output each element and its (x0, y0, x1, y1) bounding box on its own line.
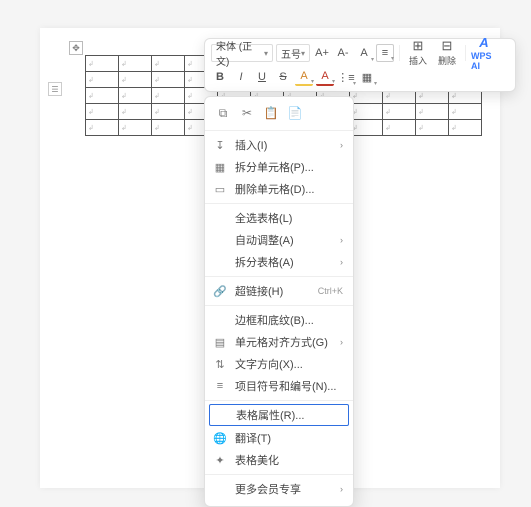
table-cell[interactable] (416, 104, 449, 120)
ai-icon: A (479, 36, 488, 50)
menu-item-label: 拆分单元格(P)... (235, 159, 343, 175)
align-button[interactable]: ≡ (376, 44, 394, 62)
menu-item[interactable]: ▭ 删除单元格(D)... (205, 178, 353, 200)
bold-button[interactable]: B (211, 68, 229, 86)
menu-item[interactable]: 更多会员专享 › (205, 478, 353, 500)
chevron-right-icon: › (340, 235, 343, 245)
table-cell[interactable] (152, 120, 185, 136)
delete-button[interactable]: ⊟删除 (434, 39, 460, 67)
table-cell[interactable] (152, 72, 185, 88)
table-cell[interactable] (86, 104, 119, 120)
menu-item[interactable]: ✦ 表格美化 (205, 449, 353, 471)
table-cell[interactable] (86, 88, 119, 104)
menu-item-icon: ⇅ (213, 358, 227, 371)
delete-icon: ⊟ (442, 39, 453, 53)
table-cell[interactable] (152, 56, 185, 72)
menu-item-label: 自动调整(A) (235, 232, 332, 248)
increase-font-button[interactable]: A+ (313, 44, 331, 62)
chevron-right-icon: › (340, 257, 343, 267)
menu-item-icon: ▦ (213, 161, 227, 174)
table-cell[interactable] (350, 120, 383, 136)
insert-icon: ⊞ (413, 39, 424, 53)
underline-button[interactable]: U (253, 68, 271, 86)
menu-item-icon: ▤ (213, 336, 227, 349)
table-cell[interactable] (383, 120, 416, 136)
table-cell[interactable] (86, 56, 119, 72)
table-cell[interactable] (449, 120, 482, 136)
menu-item[interactable]: 全选表格(L) (205, 207, 353, 229)
table-cell[interactable] (152, 88, 185, 104)
menu-item[interactable]: ⇅ 文字方向(X)... (205, 353, 353, 375)
paste-icon[interactable]: 📋 (263, 105, 279, 121)
table-cell[interactable] (119, 72, 152, 88)
menu-item[interactable]: 🔗 超链接(H) Ctrl+K (205, 280, 353, 302)
menu-item-icon: ▭ (213, 183, 227, 196)
menu-item[interactable]: ▤ 单元格对齐方式(G) › (205, 331, 353, 353)
table-cell[interactable] (119, 104, 152, 120)
menu-item-label: 表格属性(R)... (236, 407, 338, 423)
menu-item-label: 删除单元格(D)... (235, 181, 343, 197)
chevron-right-icon: › (340, 484, 343, 494)
menu-item-icon: 🔗 (213, 285, 227, 298)
menu-item-icon: ✦ (213, 454, 227, 467)
menu-item-label: 插入(I) (235, 137, 332, 153)
copy-icon[interactable]: ⧉ (215, 105, 231, 121)
menu-item-label: 拆分表格(A) (235, 254, 332, 270)
menu-item[interactable]: 🌐 翻译(T) (205, 427, 353, 449)
list-button[interactable]: ⋮≡ (337, 68, 355, 86)
paste-special-icon[interactable]: 📄 (287, 105, 303, 121)
font-family-select[interactable]: 宋体 (正文)▾ (211, 44, 273, 62)
table-cell[interactable] (119, 120, 152, 136)
menu-item[interactable]: 拆分表格(A) › (205, 251, 353, 273)
menu-item-label: 更多会员专享 (235, 481, 332, 497)
menu-item[interactable]: 边框和底纹(B)... (205, 309, 353, 331)
chevron-right-icon: › (340, 140, 343, 150)
menu-item[interactable]: 表格属性(R)... (209, 404, 349, 426)
table-context-menu: ⧉ ✂ 📋 📄 ↧ 插入(I) › ▦ 拆分单元格(P)... ▭ 删除单元格(D)... 全… (204, 96, 354, 507)
menu-item[interactable]: 自动调整(A) › (205, 229, 353, 251)
table-cell[interactable] (383, 104, 416, 120)
menu-item-shortcut: Ctrl+K (318, 286, 343, 296)
insert-button[interactable]: ⊞插入 (405, 39, 431, 67)
table-cell[interactable] (119, 56, 152, 72)
highlight-color-button[interactable]: A (295, 68, 313, 86)
cut-icon[interactable]: ✂ (239, 105, 255, 121)
decrease-font-button[interactable]: A- (334, 44, 352, 62)
menu-item[interactable]: ▦ 拆分单元格(P)... (205, 156, 353, 178)
menu-item[interactable]: ≡ 项目符号和编号(N)... (205, 375, 353, 397)
menu-item-label: 边框和底纹(B)... (235, 312, 343, 328)
floating-format-toolbar: 宋体 (正文)▾ 五号▾ A+ A- A ≡ ⊞插入 ⊟删除 AWPS AI B… (204, 38, 516, 92)
chevron-right-icon: › (340, 337, 343, 347)
table-cell[interactable] (152, 104, 185, 120)
table-cell[interactable] (86, 120, 119, 136)
clear-format-button[interactable]: A (355, 44, 373, 62)
menu-item-label: 项目符号和编号(N)... (235, 378, 343, 394)
table-cell[interactable] (86, 72, 119, 88)
context-clipboard-row: ⧉ ✂ 📋 📄 (205, 103, 353, 127)
italic-button[interactable]: I (232, 68, 250, 86)
menu-item-label: 翻译(T) (235, 430, 343, 446)
menu-item-label: 全选表格(L) (235, 210, 343, 226)
border-icon: ▦ (362, 71, 372, 84)
table-cell[interactable] (119, 88, 152, 104)
table-cell[interactable] (416, 120, 449, 136)
table-cell[interactable] (449, 104, 482, 120)
ruler-marker: ☰ (48, 82, 62, 96)
strike-button[interactable]: S (274, 68, 292, 86)
menu-item-label: 超链接(H) (235, 283, 310, 299)
table-move-handle[interactable]: ✥ (69, 41, 83, 55)
table-cell[interactable] (350, 104, 383, 120)
menu-item-label: 单元格对齐方式(G) (235, 334, 332, 350)
menu-item-icon: 🌐 (213, 432, 227, 445)
border-button[interactable]: ▦ (358, 68, 376, 86)
menu-item-label: 表格美化 (235, 452, 343, 468)
menu-item-icon: ≡ (213, 380, 227, 392)
menu-item-label: 文字方向(X)... (235, 356, 343, 372)
font-color-button[interactable]: A (316, 68, 334, 86)
menu-item[interactable]: ↧ 插入(I) › (205, 134, 353, 156)
font-size-select[interactable]: 五号▾ (276, 44, 310, 62)
menu-item-icon: ↧ (213, 139, 227, 152)
